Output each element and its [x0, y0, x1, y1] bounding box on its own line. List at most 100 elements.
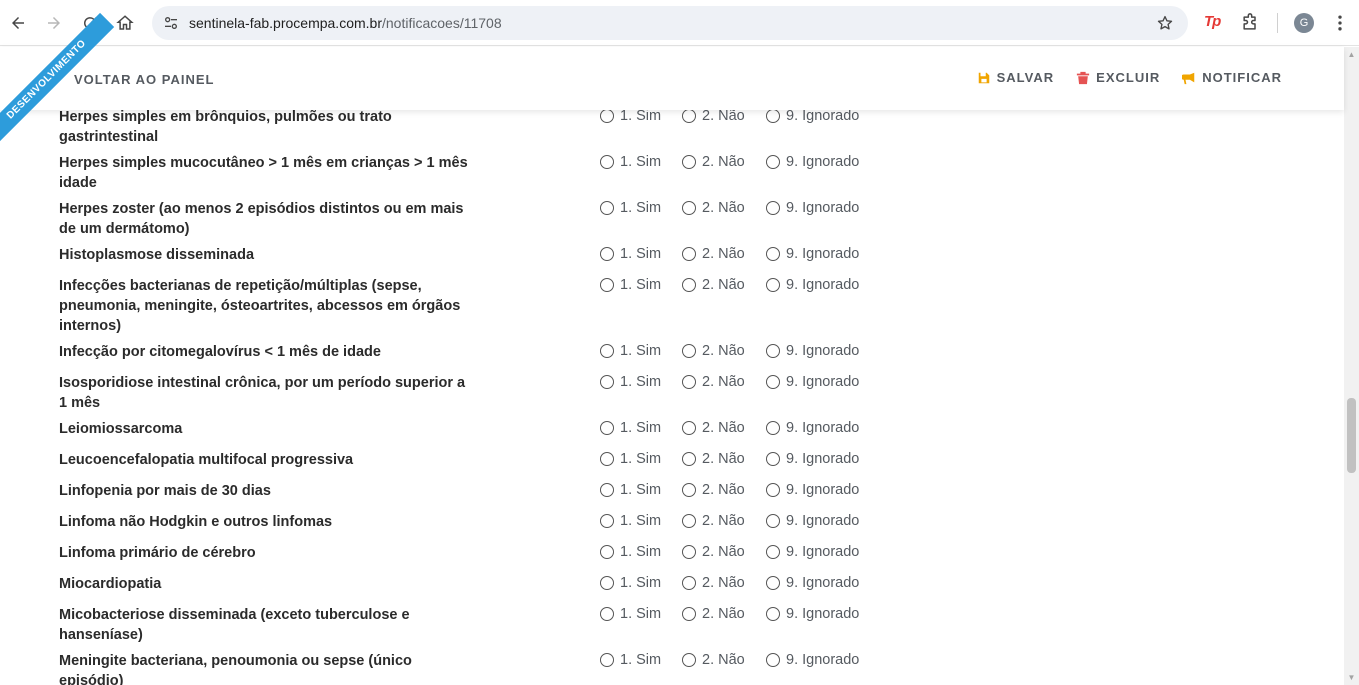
- radio-button[interactable]: [682, 483, 696, 497]
- option-ignorado[interactable]: 9. Ignorado: [766, 606, 859, 622]
- option-sim[interactable]: 1. Sim: [600, 482, 661, 498]
- option-nao[interactable]: 2. Não: [682, 513, 745, 529]
- option-ignorado[interactable]: 9. Ignorado: [766, 374, 859, 390]
- radio-button[interactable]: [682, 344, 696, 358]
- radio-button[interactable]: [766, 483, 780, 497]
- option-sim[interactable]: 1. Sim: [600, 451, 661, 467]
- radio-button[interactable]: [600, 344, 614, 358]
- option-nao[interactable]: 2. Não: [682, 246, 745, 262]
- option-sim[interactable]: 1. Sim: [600, 108, 661, 124]
- option-sim[interactable]: 1. Sim: [600, 200, 661, 216]
- option-ignorado[interactable]: 9. Ignorado: [766, 652, 859, 668]
- scroll-down-arrow-icon[interactable]: ▼: [1344, 670, 1359, 685]
- option-nao[interactable]: 2. Não: [682, 606, 745, 622]
- option-ignorado[interactable]: 9. Ignorado: [766, 575, 859, 591]
- option-ignorado[interactable]: 9. Ignorado: [766, 343, 859, 359]
- radio-button[interactable]: [600, 375, 614, 389]
- home-icon[interactable]: [110, 8, 140, 38]
- radio-button[interactable]: [600, 109, 614, 123]
- option-ignorado[interactable]: 9. Ignorado: [766, 451, 859, 467]
- option-sim[interactable]: 1. Sim: [600, 343, 661, 359]
- option-sim[interactable]: 1. Sim: [600, 246, 661, 262]
- option-ignorado[interactable]: 9. Ignorado: [766, 246, 859, 262]
- option-nao[interactable]: 2. Não: [682, 451, 745, 467]
- option-sim[interactable]: 1. Sim: [600, 544, 661, 560]
- address-bar[interactable]: sentinela-fab.procempa.com.br/notificaco…: [152, 6, 1188, 40]
- radio-button[interactable]: [600, 545, 614, 559]
- scroll-up-arrow-icon[interactable]: ▲: [1344, 47, 1359, 62]
- option-nao[interactable]: 2. Não: [682, 154, 745, 170]
- scrollbar-thumb[interactable]: [1347, 398, 1356, 473]
- profile-avatar[interactable]: G: [1294, 13, 1314, 33]
- option-nao[interactable]: 2. Não: [682, 374, 745, 390]
- option-sim[interactable]: 1. Sim: [600, 513, 661, 529]
- bookmark-star-icon[interactable]: [1156, 14, 1174, 32]
- forward-arrow-icon[interactable]: [39, 8, 69, 38]
- option-sim[interactable]: 1. Sim: [600, 154, 661, 170]
- radio-button[interactable]: [766, 545, 780, 559]
- option-sim[interactable]: 1. Sim: [600, 277, 661, 293]
- option-nao[interactable]: 2. Não: [682, 343, 745, 359]
- option-sim[interactable]: 1. Sim: [600, 420, 661, 436]
- option-ignorado[interactable]: 9. Ignorado: [766, 200, 859, 216]
- option-nao[interactable]: 2. Não: [682, 482, 745, 498]
- radio-button[interactable]: [682, 201, 696, 215]
- option-sim[interactable]: 1. Sim: [600, 652, 661, 668]
- radio-button[interactable]: [600, 421, 614, 435]
- option-ignorado[interactable]: 9. Ignorado: [766, 544, 859, 560]
- option-sim[interactable]: 1. Sim: [600, 606, 661, 622]
- radio-button[interactable]: [682, 109, 696, 123]
- radio-button[interactable]: [766, 201, 780, 215]
- option-nao[interactable]: 2. Não: [682, 575, 745, 591]
- option-nao[interactable]: 2. Não: [682, 420, 745, 436]
- radio-button[interactable]: [766, 514, 780, 528]
- radio-button[interactable]: [600, 607, 614, 621]
- radio-button[interactable]: [682, 247, 696, 261]
- delete-button[interactable]: EXCLUIR: [1076, 70, 1160, 85]
- option-ignorado[interactable]: 9. Ignorado: [766, 108, 859, 124]
- site-settings-icon[interactable]: [163, 15, 179, 31]
- radio-button[interactable]: [766, 576, 780, 590]
- option-sim[interactable]: 1. Sim: [600, 374, 661, 390]
- radio-button[interactable]: [766, 109, 780, 123]
- option-nao[interactable]: 2. Não: [682, 108, 745, 124]
- radio-button[interactable]: [600, 514, 614, 528]
- radio-button[interactable]: [600, 483, 614, 497]
- radio-button[interactable]: [766, 375, 780, 389]
- radio-button[interactable]: [766, 278, 780, 292]
- radio-button[interactable]: [766, 155, 780, 169]
- radio-button[interactable]: [682, 545, 696, 559]
- radio-button[interactable]: [600, 247, 614, 261]
- option-nao[interactable]: 2. Não: [682, 200, 745, 216]
- option-ignorado[interactable]: 9. Ignorado: [766, 482, 859, 498]
- option-ignorado[interactable]: 9. Ignorado: [766, 513, 859, 529]
- radio-button[interactable]: [600, 452, 614, 466]
- option-nao[interactable]: 2. Não: [682, 277, 745, 293]
- radio-button[interactable]: [682, 421, 696, 435]
- radio-button[interactable]: [600, 155, 614, 169]
- back-to-dashboard-link[interactable]: VOLTAR AO PAINEL: [74, 72, 214, 87]
- radio-button[interactable]: [766, 607, 780, 621]
- radio-button[interactable]: [682, 607, 696, 621]
- option-ignorado[interactable]: 9. Ignorado: [766, 277, 859, 293]
- radio-button[interactable]: [600, 201, 614, 215]
- radio-button[interactable]: [600, 576, 614, 590]
- option-sim[interactable]: 1. Sim: [600, 575, 661, 591]
- radio-button[interactable]: [682, 653, 696, 667]
- back-arrow-icon[interactable]: [3, 8, 33, 38]
- radio-button[interactable]: [682, 452, 696, 466]
- radio-button[interactable]: [766, 653, 780, 667]
- option-ignorado[interactable]: 9. Ignorado: [766, 154, 859, 170]
- radio-button[interactable]: [682, 155, 696, 169]
- radio-button[interactable]: [766, 247, 780, 261]
- radio-button[interactable]: [766, 421, 780, 435]
- radio-button[interactable]: [682, 576, 696, 590]
- notify-button[interactable]: NOTIFICAR: [1182, 70, 1282, 85]
- radio-button[interactable]: [766, 344, 780, 358]
- radio-button[interactable]: [600, 653, 614, 667]
- option-ignorado[interactable]: 9. Ignorado: [766, 420, 859, 436]
- radio-button[interactable]: [600, 278, 614, 292]
- browser-menu-icon[interactable]: [1330, 13, 1350, 33]
- extensions-puzzle-icon[interactable]: [1240, 13, 1260, 33]
- radio-button[interactable]: [682, 278, 696, 292]
